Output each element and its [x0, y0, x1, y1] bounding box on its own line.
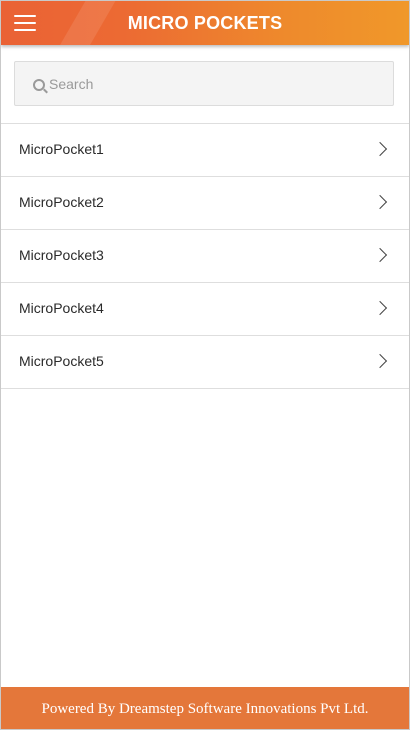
app-screen: MICRO POCKETS MicroPocket1 MicroPocket2 …: [0, 0, 410, 730]
search-icon: [33, 79, 45, 91]
list-item[interactable]: MicroPocket5: [1, 336, 409, 389]
search-input[interactable]: [49, 62, 379, 105]
chevron-right-icon: [372, 300, 388, 316]
list-item[interactable]: MicroPocket3: [1, 230, 409, 283]
list-item-label: MicroPocket4: [19, 300, 104, 316]
app-footer: Powered By Dreamstep Software Innovation…: [1, 687, 409, 729]
app-header: MICRO POCKETS: [1, 1, 409, 45]
list-item-label: MicroPocket5: [19, 353, 104, 369]
chevron-right-icon: [372, 194, 388, 210]
chevron-right-icon: [372, 141, 388, 157]
chevron-right-icon: [372, 353, 388, 369]
list-item[interactable]: MicroPocket1: [1, 124, 409, 177]
search-bar[interactable]: [14, 61, 394, 106]
chevron-right-icon: [372, 247, 388, 263]
list-item[interactable]: MicroPocket2: [1, 177, 409, 230]
micro-pocket-list: MicroPocket1 MicroPocket2 MicroPocket3 M…: [1, 123, 409, 389]
page-title: MICRO POCKETS: [127, 13, 283, 33]
list-item-label: MicroPocket3: [19, 247, 104, 263]
footer-text: Powered By Dreamstep Software Innovation…: [41, 701, 369, 717]
list-item[interactable]: MicroPocket4: [1, 283, 409, 336]
list-item-label: MicroPocket1: [19, 141, 104, 157]
list-item-label: MicroPocket2: [19, 194, 104, 210]
